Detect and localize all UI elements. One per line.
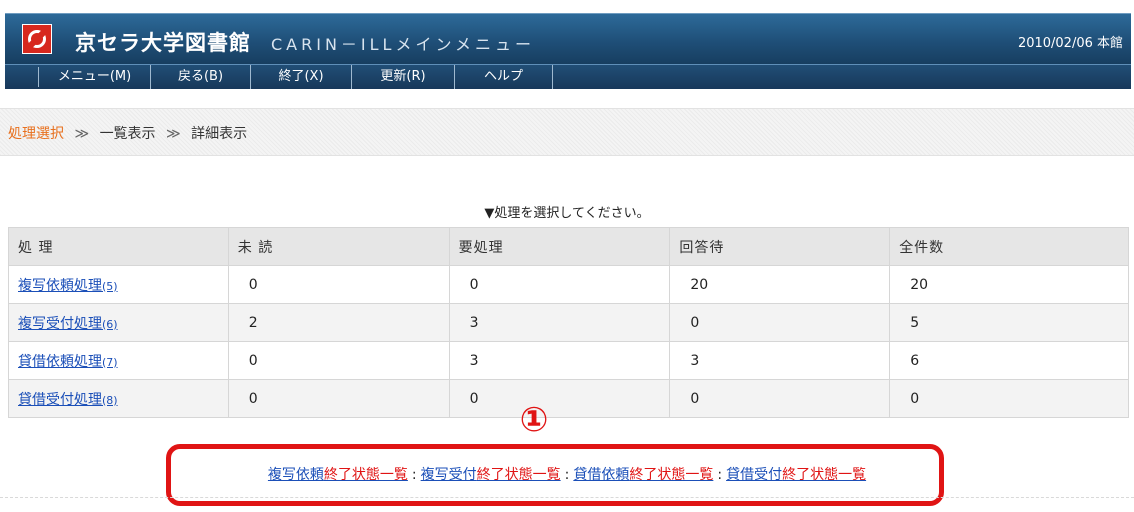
process-cell: 複写依頼処理(5)	[8, 265, 229, 304]
table-row: 貸借受付処理(8) 0 0 0 0	[8, 379, 1129, 418]
breadcrumb-separator: ≫	[166, 126, 181, 142]
header-awaiting-reply: 回答待	[669, 227, 891, 266]
link-separator: :	[564, 467, 570, 483]
title-bar: 京セラ大学図書館 CARIN－ILLメインメニュー 2010/02/06 本館	[5, 13, 1131, 64]
breadcrumb: 処理選択 ≫ 一覧表示 ≫ 詳細表示	[8, 123, 247, 143]
waiting-cell: 20	[669, 265, 891, 304]
unread-cell: 2	[227, 303, 450, 342]
copy-request-link[interactable]: 複写依頼処理(5)	[18, 278, 118, 294]
copy-request-completed-link[interactable]: 複写依頼終了状態一覧	[268, 467, 408, 483]
total-cell: 0	[889, 379, 1129, 418]
link-separator: :	[411, 467, 417, 483]
table-row: 貸借依頼処理(7) 0 3 3 6	[8, 341, 1129, 380]
menu-item-menu[interactable]: メニュー(M)	[39, 65, 151, 89]
waiting-cell: 0	[669, 379, 891, 418]
date-location: 2010/02/06 本館	[1017, 36, 1123, 51]
process-cell: 貸借依頼処理(7)	[8, 341, 229, 380]
menu-bar: メニュー(M) 戻る(B) 終了(X) 更新(R) ヘルプ	[5, 64, 1131, 89]
action-cell: 0	[448, 379, 671, 418]
loan-request-link[interactable]: 貸借依頼処理(7)	[18, 354, 118, 370]
copy-receive-link[interactable]: 複写受付処理(6)	[18, 316, 118, 332]
instruction-text: ▼処理を選択してください。	[484, 206, 650, 221]
menu-item-refresh[interactable]: 更新(R)	[352, 65, 455, 89]
table-row: 複写受付処理(6) 2 3 0 5	[8, 303, 1129, 342]
process-cell: 貸借受付処理(8)	[8, 379, 229, 418]
table-header-row: 処 理 未 読 要処理 回答待 全件数	[8, 227, 1129, 266]
table-row: 複写依頼処理(5) 0 0 20 20	[8, 265, 1129, 304]
menu-item-exit[interactable]: 終了(X)	[251, 65, 352, 89]
breadcrumb-separator: ≫	[74, 126, 90, 142]
app-subtitle: CARIN－ILLメインメニュー	[271, 35, 535, 54]
breadcrumb-list-view: 一覧表示	[99, 126, 156, 142]
header-total-count: 全件数	[889, 227, 1129, 266]
unread-cell: 0	[227, 379, 450, 418]
waiting-cell: 3	[669, 341, 891, 380]
copy-receive-completed-link[interactable]: 複写受付終了状態一覧	[421, 467, 561, 483]
footer-divider	[0, 497, 1134, 498]
header-unread: 未 読	[227, 227, 450, 266]
completed-status-links: 複写依頼終了状態一覧: 複写受付終了状態一覧: 貸借依頼終了状態一覧: 貸借受付終了状…	[0, 464, 1134, 484]
loan-receive-completed-link[interactable]: 貸借受付終了状態一覧	[726, 467, 866, 483]
total-cell: 20	[889, 265, 1129, 304]
action-cell: 3	[448, 303, 671, 342]
annotation-marker: ①	[519, 400, 549, 440]
header-process: 処 理	[8, 227, 229, 266]
breadcrumb-bar: 処理選択 ≫ 一覧表示 ≫ 詳細表示	[0, 108, 1134, 156]
action-cell: 3	[448, 341, 671, 380]
total-cell: 5	[889, 303, 1129, 342]
app-title: 京セラ大学図書館	[75, 31, 251, 55]
process-cell: 複写受付処理(6)	[8, 303, 229, 342]
menu-item-back[interactable]: 戻る(B)	[151, 65, 251, 89]
process-table: 処 理 未 読 要処理 回答待 全件数 複写依頼処理(5) 0 0 20 20 …	[8, 227, 1129, 418]
header-action-required: 要処理	[448, 227, 671, 266]
total-cell: 6	[889, 341, 1129, 380]
waiting-cell: 0	[669, 303, 891, 342]
action-cell: 0	[448, 265, 671, 304]
unread-cell: 0	[227, 341, 450, 380]
menu-item-help[interactable]: ヘルプ	[455, 65, 553, 89]
link-separator: :	[717, 467, 723, 483]
kyocera-logo-icon	[22, 24, 52, 54]
breadcrumb-current[interactable]: 処理選択	[8, 126, 64, 142]
loan-receive-link[interactable]: 貸借受付処理(8)	[18, 392, 118, 408]
unread-cell: 0	[227, 265, 450, 304]
app-header: 京セラ大学図書館 CARIN－ILLメインメニュー 2010/02/06 本館 …	[0, 0, 1134, 90]
loan-request-completed-link[interactable]: 貸借依頼終了状態一覧	[573, 467, 713, 483]
breadcrumb-detail-view: 詳細表示	[191, 126, 248, 142]
